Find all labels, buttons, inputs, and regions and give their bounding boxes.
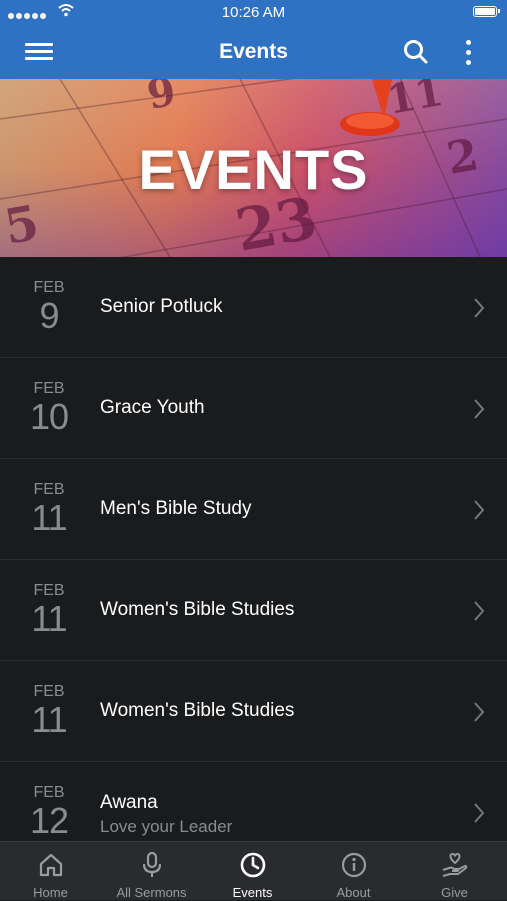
- event-row[interactable]: FEB 12 Awana Love your Leader: [0, 762, 507, 841]
- search-icon[interactable]: [402, 38, 430, 66]
- event-day: 11: [31, 598, 67, 639]
- event-day: 12: [29, 800, 69, 841]
- battery-icon: [473, 6, 500, 17]
- event-row[interactable]: FEB 11 Women's Bible Studies: [0, 560, 507, 661]
- events-banner: 9 11 5 23 2 EVENTS: [0, 79, 507, 257]
- event-name: Grace Youth: [100, 397, 205, 418]
- chevron-right-icon: [474, 601, 485, 621]
- event-row[interactable]: FEB 11 Men's Bible Study: [0, 459, 507, 560]
- svg-text:9: 9: [144, 79, 180, 119]
- event-row[interactable]: FEB 11 Women's Bible Studies: [0, 661, 507, 762]
- event-day: 11: [31, 497, 67, 538]
- tab-label: Give: [441, 885, 468, 900]
- event-row[interactable]: FEB 10 Grace Youth: [0, 358, 507, 459]
- chevron-right-icon: [474, 399, 485, 419]
- info-icon: [341, 852, 367, 878]
- chevron-right-icon: [474, 298, 485, 318]
- chevron-right-icon: [474, 500, 485, 520]
- svg-text:5: 5: [0, 195, 43, 256]
- tab-label: Home: [33, 885, 68, 900]
- chevron-right-icon: [474, 702, 485, 722]
- tab-home[interactable]: Home: [0, 842, 101, 901]
- event-name: Women's Bible Studies: [100, 599, 295, 620]
- page-title: Events: [219, 40, 288, 63]
- chevron-right-icon: [474, 803, 485, 823]
- tab-bar: Home All Sermons Events About Give: [0, 841, 507, 900]
- nav-bar: Events: [0, 26, 507, 79]
- clock-icon: [240, 852, 266, 878]
- status-bar: 10:26 AM: [0, 0, 507, 26]
- event-day: 9: [39, 295, 59, 336]
- tab-label: All Sermons: [116, 885, 187, 900]
- tab-label: About: [336, 885, 371, 900]
- status-time: 10:26 AM: [221, 4, 286, 21]
- event-day: 10: [29, 396, 69, 437]
- event-name: Senior Potluck: [100, 296, 223, 317]
- event-name: Awana: [100, 792, 158, 813]
- event-day: 11: [31, 699, 67, 740]
- event-subtitle: Love your Leader: [100, 817, 233, 836]
- tab-all-sermons[interactable]: All Sermons: [101, 842, 202, 901]
- give-hand-heart-icon: [442, 852, 468, 877]
- tab-about[interactable]: About: [303, 842, 404, 901]
- event-name: Women's Bible Studies: [100, 700, 295, 721]
- home-icon: [39, 853, 63, 877]
- event-row[interactable]: FEB 9 Senior Potluck: [0, 257, 507, 358]
- tab-label: Events: [232, 885, 273, 900]
- more-options-button[interactable]: [458, 38, 478, 66]
- tab-give[interactable]: Give: [404, 842, 505, 901]
- event-name: Men's Bible Study: [100, 498, 252, 519]
- tab-events[interactable]: Events: [202, 842, 303, 901]
- microphone-icon: [142, 851, 162, 877]
- event-list: FEB 9 Senior Potluck FEB 10 Grace Youth …: [0, 257, 507, 841]
- banner-title: EVENTS: [138, 138, 369, 201]
